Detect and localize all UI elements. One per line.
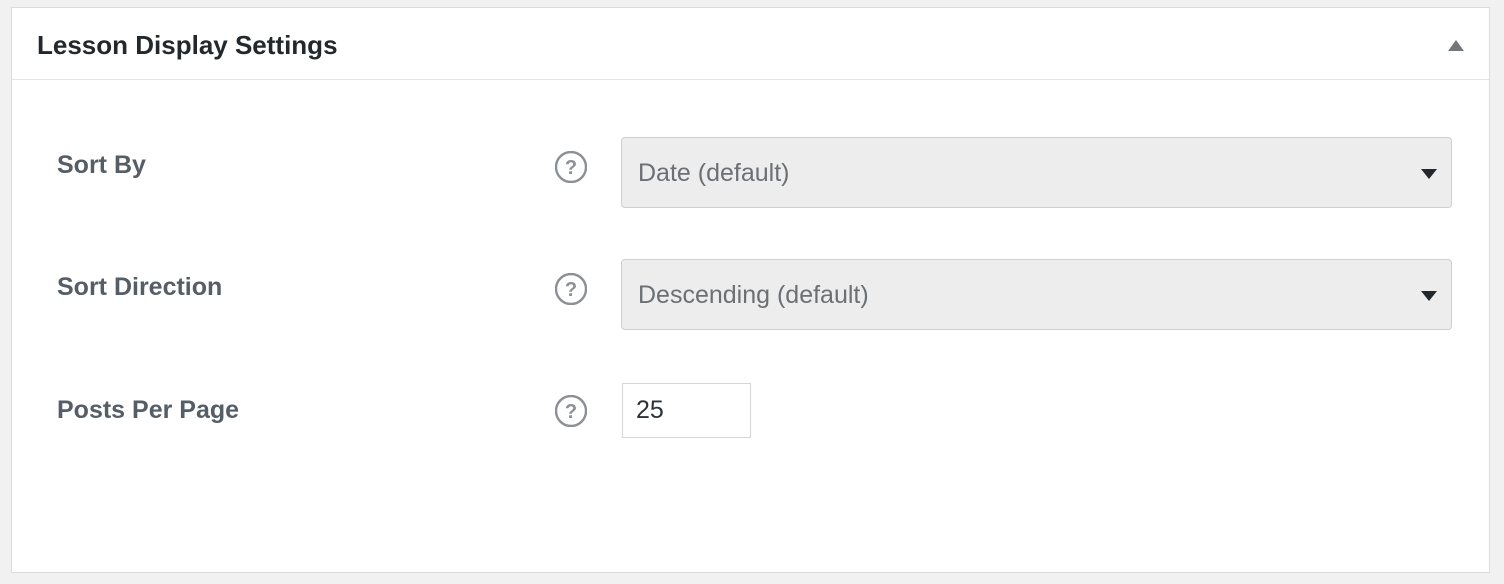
svg-text:?: ? (565, 157, 577, 179)
svg-text:?: ? (565, 401, 577, 423)
chevron-down-icon (1421, 169, 1437, 179)
lesson-display-settings-panel: Lesson Display Settings Sort By ? Date (… (11, 7, 1490, 573)
sort-by-label: Sort By (57, 151, 146, 179)
question-circle-icon[interactable]: ? (554, 150, 588, 184)
sort-by-select[interactable]: Date (default) (621, 137, 1452, 208)
caret-up-icon (1448, 40, 1464, 51)
panel-title: Lesson Display Settings (37, 30, 338, 60)
sort-direction-select[interactable]: Descending (default) (621, 259, 1452, 330)
panel-header: Lesson Display Settings (12, 8, 1489, 80)
question-circle-icon[interactable]: ? (554, 272, 588, 306)
sort-by-selected-value: Date (default) (638, 159, 790, 187)
posts-per-page-input[interactable] (622, 383, 751, 438)
svg-text:?: ? (565, 279, 577, 301)
collapse-panel-button[interactable] (1441, 30, 1471, 60)
posts-per-page-label: Posts Per Page (57, 396, 240, 424)
chevron-down-icon (1421, 291, 1437, 301)
sort-direction-selected-value: Descending (default) (638, 281, 869, 309)
question-circle-icon[interactable]: ? (554, 394, 588, 428)
sort-direction-label: Sort Direction (57, 273, 223, 301)
